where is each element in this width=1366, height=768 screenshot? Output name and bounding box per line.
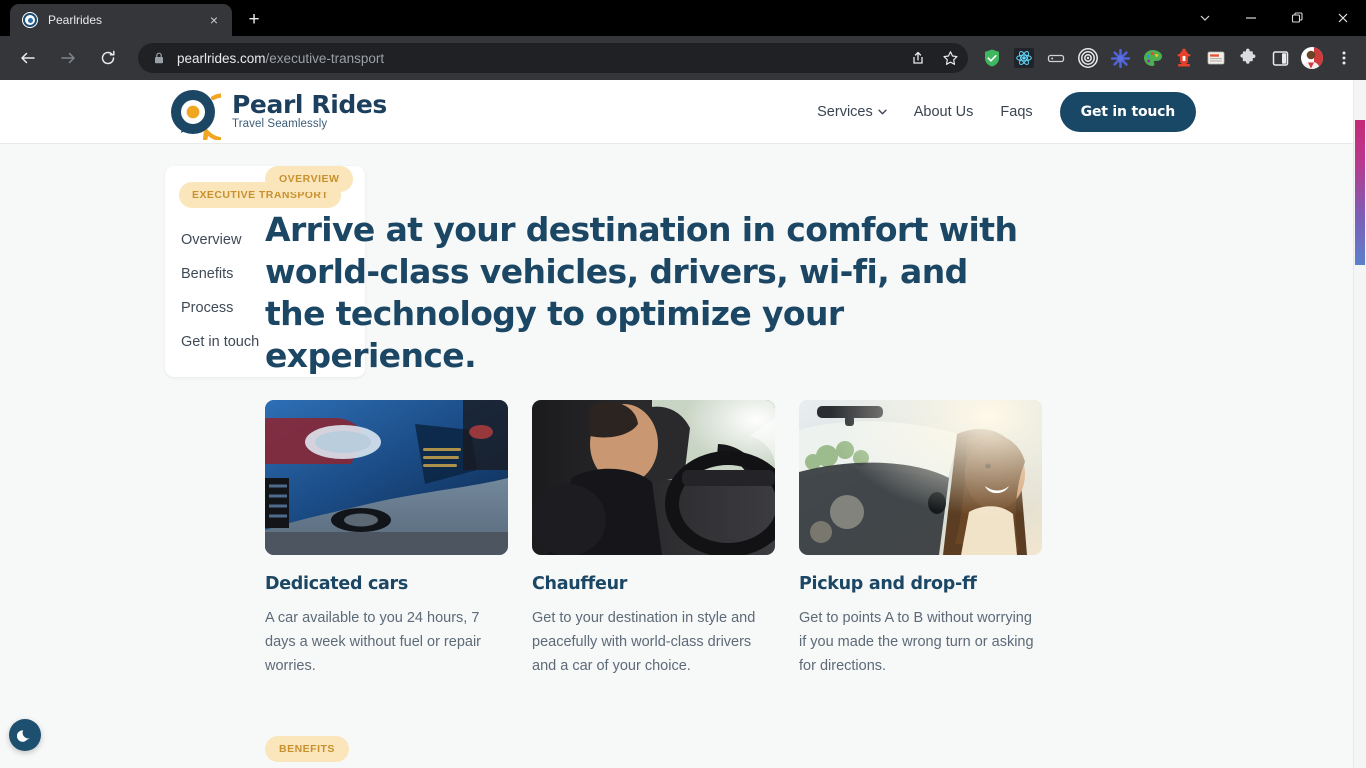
address-bar-url: pearlrides.com/executive-transport	[177, 51, 384, 66]
reload-icon[interactable]	[92, 42, 124, 74]
browser-titlebar: Pearlrides × +	[0, 0, 1366, 36]
browser-window: Pearlrides × + pearlrides.com/executive-…	[0, 0, 1366, 768]
feature-card[interactable]: Dedicated cars A car available to you 24…	[265, 400, 508, 678]
feature-card-list: Dedicated cars A car available to you 24…	[265, 400, 1042, 678]
feature-card-desc: Get to your destination in style and pea…	[532, 610, 756, 674]
browser-tab[interactable]: Pearlrides ×	[10, 4, 232, 36]
main-column: OVERVIEW Arrive at your destination in c…	[265, 166, 1366, 768]
pearl-logo-icon	[165, 84, 248, 141]
url-path: /executive-transport	[265, 50, 385, 66]
brand-tagline: Travel Seamlessly	[232, 118, 328, 131]
forward-arrow-icon[interactable]	[52, 42, 84, 74]
react-devtools-icon[interactable]	[1011, 45, 1037, 71]
feature-card-desc: Get to points A to B without worrying if…	[799, 610, 1034, 674]
moon-icon	[16, 729, 30, 742]
dark-mode-toggle-button[interactable]	[9, 719, 41, 751]
window-controls	[1182, 0, 1366, 36]
chrome-menu-icon[interactable]	[1331, 45, 1357, 71]
browser-toolbar: pearlrides.com/executive-transport	[0, 36, 1366, 80]
get-in-touch-button[interactable]: Get in touch	[1059, 91, 1196, 132]
feature-card-title: Chauffeur	[532, 574, 628, 594]
site-header: Pearl Rides Travel Seamlessly Services A…	[0, 80, 1366, 144]
fire-hydrant-icon[interactable]	[1171, 45, 1197, 71]
nav-item-services-label: Services	[817, 103, 873, 120]
overview-badge: OVERVIEW	[265, 166, 354, 192]
omnibox-actions	[900, 43, 968, 73]
side-panel-icon[interactable]	[1267, 45, 1293, 71]
extensions-puzzle-icon[interactable]	[1235, 45, 1261, 71]
blue-car-front-photo	[265, 400, 508, 555]
tab-close-icon[interactable]: ×	[204, 10, 224, 30]
share-icon[interactable]	[905, 45, 931, 71]
sidebar-column: EXECUTIVE TRANSPORT Overview Benefits Pr…	[0, 166, 365, 768]
bookmark-star-icon[interactable]	[937, 45, 963, 71]
chevron-down-icon	[878, 109, 887, 114]
brand-logo[interactable]: Pearl Rides Travel Seamlessly	[165, 84, 387, 141]
nav-item-about-us[interactable]: About Us	[914, 104, 974, 120]
page-title: Arrive at your destination in comfort wi…	[265, 210, 1018, 375]
feature-card-title: Dedicated cars	[265, 574, 408, 594]
tab-title: Pearlrides	[48, 13, 103, 27]
back-arrow-icon[interactable]	[12, 42, 44, 74]
notes-icon[interactable]	[1203, 45, 1229, 71]
restore-icon[interactable]	[1274, 0, 1320, 36]
feature-card[interactable]: Chauffeur Get to your destination in sty…	[532, 400, 775, 678]
nav-item-faqs[interactable]: Faqs	[1000, 104, 1032, 120]
chauffeur-driving-photo	[532, 400, 775, 555]
window-close-icon[interactable]	[1320, 0, 1366, 36]
benefits-section: BENEFITS What seamless travel looks like	[265, 736, 1366, 768]
brand-name: Pearl Rides	[232, 90, 387, 120]
address-bar[interactable]: pearlrides.com/executive-transport	[138, 43, 938, 73]
nav-item-services[interactable]: Services	[817, 104, 887, 120]
adblock-shield-icon[interactable]	[979, 45, 1005, 71]
feature-card-title: Pickup and drop-ff	[799, 574, 977, 594]
url-domain: pearlrides.com	[177, 50, 266, 66]
tab-search-icon[interactable]	[1182, 0, 1228, 36]
page-content: EXECUTIVE TRANSPORT Overview Benefits Pr…	[0, 144, 1366, 768]
site-nav: Services About Us Faqs Get in touch	[817, 91, 1196, 132]
lock-icon	[155, 52, 163, 64]
page-scrollbar[interactable]	[1353, 80, 1366, 768]
scrollbar-thumb[interactable]	[1355, 120, 1365, 265]
asterisk-flower-icon[interactable]	[1107, 45, 1133, 71]
tab-favicon-icon	[22, 12, 38, 28]
brand-text: Pearl Rides Travel Seamlessly	[232, 92, 387, 131]
target-circle-icon[interactable]	[1075, 45, 1101, 71]
profile-avatar-icon[interactable]	[1299, 45, 1325, 71]
feature-card[interactable]: Pickup and drop-ff Get to points A to B …	[799, 400, 1042, 678]
tab-manager-icon[interactable]	[1043, 45, 1069, 71]
smiling-woman-in-car-photo	[799, 400, 1042, 555]
new-tab-button[interactable]: +	[240, 6, 268, 34]
paint-palette-icon[interactable]	[1139, 45, 1165, 71]
benefits-badge: BENEFITS	[265, 736, 349, 762]
feature-card-desc: A car available to you 24 hours, 7 days …	[265, 610, 481, 674]
page-viewport: Pearl Rides Travel Seamlessly Services A…	[0, 80, 1366, 768]
minimize-icon[interactable]	[1228, 0, 1274, 36]
toolbar-icon-strip	[900, 36, 1360, 80]
